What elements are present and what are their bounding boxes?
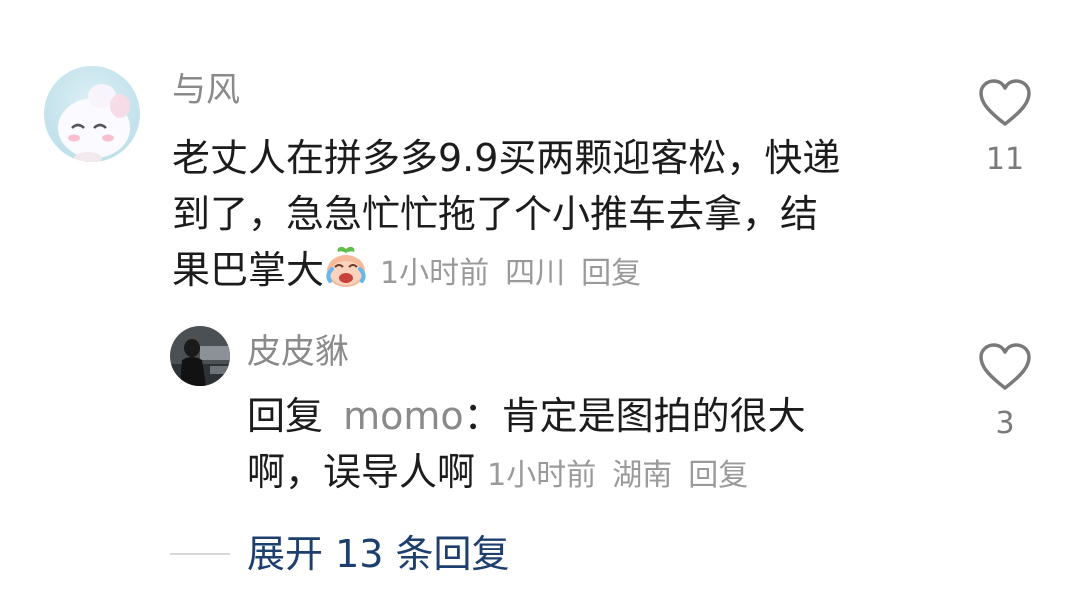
comment-username[interactable]: 与风 xyxy=(172,70,240,110)
comment-meta: 1小时前 四川 回复 xyxy=(380,256,641,291)
reply-prefix: 回复 xyxy=(247,394,324,438)
reply-text-line: 回复 momo：肯定是图拍的很大 xyxy=(247,388,887,444)
comment-text: 老丈人在拼多多9.9买两颗迎客松，快递 到了，急急忙忙拖了个小推车去拿，结 果巴… xyxy=(172,130,932,302)
comment-like-count: 11 xyxy=(985,142,1025,177)
comment-text-line: 老丈人在拼多多9.9买两颗迎客松，快递 xyxy=(172,136,841,180)
comment-like-button[interactable]: 11 xyxy=(975,78,1035,188)
reply-text: 回复 momo：肯定是图拍的很大 啊，误导人啊 1小时前 湖南 回复 xyxy=(247,388,887,504)
expand-divider xyxy=(170,553,230,555)
heart-outline-icon[interactable] xyxy=(977,78,1033,128)
comment-text-line: 到了，急急忙忙拖了个小推车去拿，结 xyxy=(172,192,819,236)
comment-location: 四川 xyxy=(505,256,566,291)
comment-reply-button[interactable]: 回复 xyxy=(581,256,641,291)
reply-text-content: 肯定是图拍的很大 xyxy=(501,394,806,438)
reply-avatar[interactable] xyxy=(170,326,230,386)
reply-reply-button[interactable]: 回复 xyxy=(688,458,748,493)
reply-location: 湖南 xyxy=(612,458,673,493)
crying-laughing-emoji-icon xyxy=(324,245,368,289)
reply-time: 1小时前 xyxy=(487,458,597,493)
reply-text-tail: 啊，误导人啊 xyxy=(247,450,476,494)
comment-text-line-last: 果巴掌大 1小时前 四川 回复 xyxy=(172,242,932,302)
reply-username[interactable]: 皮皮貅 xyxy=(247,332,349,372)
reply-text-line-last: 啊，误导人啊 1小时前 湖南 回复 xyxy=(247,444,887,504)
reply-meta: 1小时前 湖南 回复 xyxy=(487,458,748,493)
reply-like-button[interactable]: 3 xyxy=(975,342,1035,452)
reply-like-count: 3 xyxy=(995,406,1015,441)
expand-replies-button[interactable]: 展开 13 条回复 xyxy=(247,531,510,577)
comment-time: 1小时前 xyxy=(380,256,490,291)
heart-outline-icon[interactable] xyxy=(977,342,1033,392)
comment-text-tail: 果巴掌大 xyxy=(172,248,325,292)
mention-separator: ： xyxy=(463,394,502,438)
mention-link[interactable]: momo xyxy=(343,394,464,438)
avatar[interactable] xyxy=(44,66,140,162)
